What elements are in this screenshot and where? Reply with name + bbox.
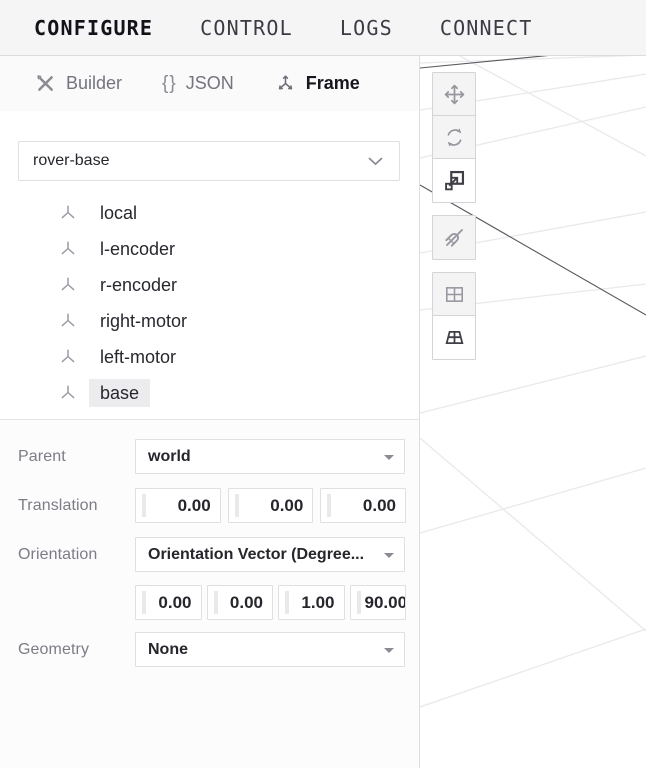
orientation-z-input[interactable] <box>278 585 345 620</box>
frame-3d-viewport[interactable] <box>420 56 646 768</box>
frame-node-icon <box>58 311 78 331</box>
frame-form: Parent world Translation <box>0 420 419 768</box>
frame-node-icon <box>58 347 78 367</box>
orientation-label: Orientation <box>18 546 135 564</box>
tree-item-right-motor[interactable]: right-motor <box>18 303 400 339</box>
parent-select-value: world <box>148 448 191 466</box>
snap-off-icon <box>442 225 467 250</box>
frame-tree-card: rover-base local <box>0 111 419 420</box>
tree-item-local[interactable]: local <box>18 195 400 231</box>
tree-item-r-encoder[interactable]: r-encoder <box>18 267 400 303</box>
grid-view-button[interactable] <box>433 273 475 316</box>
tree-item-label: left-motor <box>100 343 176 371</box>
parent-select[interactable]: world <box>135 439 405 474</box>
tools-icon <box>34 72 57 95</box>
tree-item-label: right-motor <box>100 307 187 335</box>
braces-icon: {} <box>162 73 177 95</box>
tree-item-base[interactable]: base <box>18 375 400 411</box>
translation-z-input[interactable] <box>320 488 406 523</box>
orientation-x-input[interactable] <box>135 585 202 620</box>
tab-json-label: JSON <box>186 73 234 94</box>
frame-tree-list: local l-encoder r-encoder <box>18 195 400 411</box>
orientation-type-row: Orientation Orientation Vector (Degree..… <box>18 537 405 572</box>
tab-frame[interactable]: Frame <box>274 72 360 95</box>
tree-item-label: base <box>89 379 150 407</box>
scale-tool-button[interactable] <box>433 159 475 202</box>
parent-label: Parent <box>18 448 135 466</box>
scale-icon <box>442 168 467 193</box>
configure-subnav: Builder {} JSON Frame <box>0 56 419 111</box>
geometry-row: Geometry None <box>18 632 405 667</box>
view-tool-group <box>432 272 476 360</box>
tab-configure[interactable]: CONFIGURE <box>34 16 153 40</box>
tab-logs[interactable]: LOGS <box>340 16 393 40</box>
orientation-type-select[interactable]: Orientation Vector (Degree... <box>135 537 405 572</box>
tree-item-left-motor[interactable]: left-motor <box>18 339 400 375</box>
grid-icon <box>442 282 467 307</box>
translation-label: Translation <box>18 497 135 515</box>
frame-node-icon <box>58 203 78 223</box>
orientation-y-input[interactable] <box>207 585 274 620</box>
tree-item-label: l-encoder <box>100 235 175 263</box>
chevron-down-icon <box>368 157 383 166</box>
geometry-select-value: None <box>148 641 188 659</box>
frame-node-icon <box>58 383 78 403</box>
tab-control[interactable]: CONTROL <box>200 16 293 40</box>
parent-row: Parent world <box>18 439 405 474</box>
configure-left-panel: Builder {} JSON Frame <box>0 56 420 768</box>
component-select-value: rover-base <box>33 152 109 170</box>
tab-builder[interactable]: Builder <box>34 72 122 95</box>
tab-frame-label: Frame <box>306 73 360 94</box>
rotate-icon <box>442 125 467 150</box>
transform-tool-group <box>432 72 476 203</box>
snap-toggle-button[interactable] <box>433 216 475 259</box>
move-icon <box>442 82 467 107</box>
translation-x-input[interactable] <box>135 488 221 523</box>
snap-tool-group <box>432 215 476 260</box>
tab-connect[interactable]: CONNECT <box>440 16 533 40</box>
move-tool-button[interactable] <box>433 73 475 116</box>
orientation-values-row <box>18 585 405 620</box>
orientation-type-value: Orientation Vector (Degree... <box>148 546 364 564</box>
rotate-tool-button[interactable] <box>433 116 475 159</box>
frame-axes-icon <box>274 72 297 95</box>
frame-node-icon <box>58 239 78 259</box>
translation-row: Translation <box>18 488 405 523</box>
perspective-grid-icon <box>442 325 467 350</box>
component-select[interactable]: rover-base <box>18 141 400 181</box>
perspective-view-button[interactable] <box>433 316 475 359</box>
tree-item-label: r-encoder <box>100 271 177 299</box>
viewport-toolbar <box>432 72 476 372</box>
app-window: CONFIGURE CONTROL LOGS CONNECT Builder <box>0 0 646 768</box>
frame-node-icon <box>58 275 78 295</box>
geometry-label: Geometry <box>18 641 135 659</box>
tree-item-label: local <box>100 199 137 227</box>
tab-json[interactable]: {} JSON <box>162 73 234 95</box>
geometry-select[interactable]: None <box>135 632 405 667</box>
translation-y-input[interactable] <box>228 488 314 523</box>
tree-item-l-encoder[interactable]: l-encoder <box>18 231 400 267</box>
orientation-theta-input[interactable] <box>350 585 407 620</box>
top-nav: CONFIGURE CONTROL LOGS CONNECT <box>0 0 646 56</box>
tab-builder-label: Builder <box>66 73 122 94</box>
